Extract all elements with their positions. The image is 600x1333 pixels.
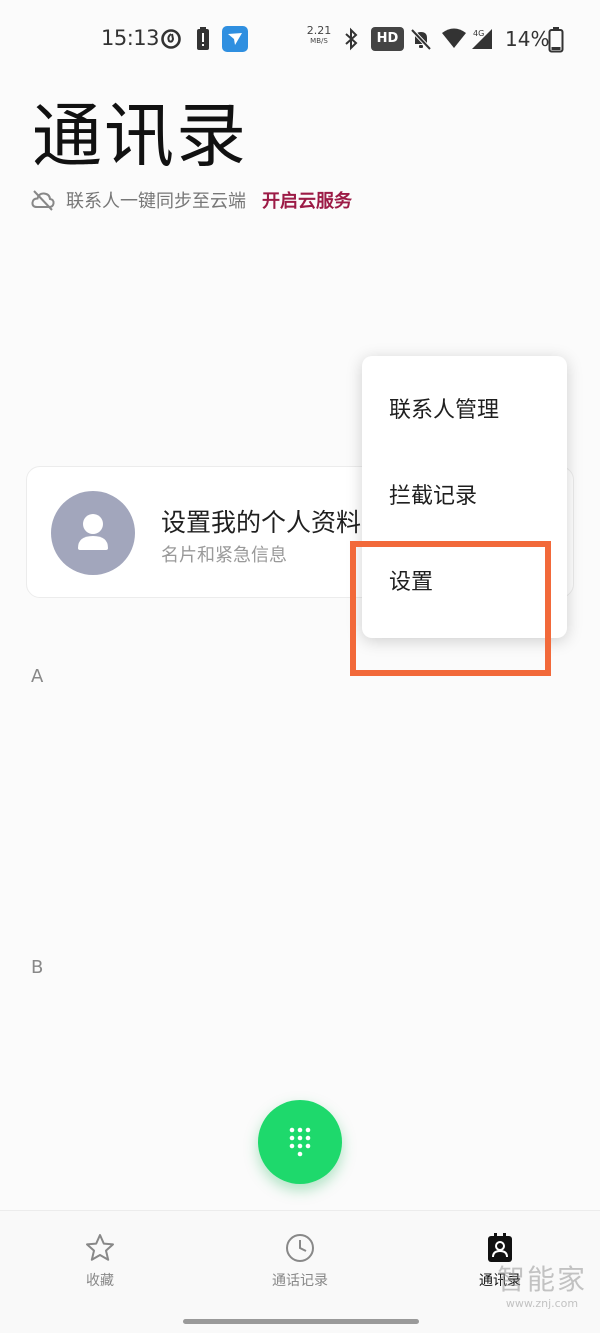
star-icon bbox=[86, 1234, 114, 1261]
bluetooth-icon bbox=[345, 27, 358, 51]
menu-item-contact-management[interactable]: 联系人管理 bbox=[362, 368, 567, 454]
dialpad-icon bbox=[289, 1127, 311, 1157]
cell-signal-icon: 4G bbox=[472, 29, 492, 49]
signal-label: 4G bbox=[473, 29, 484, 38]
menu-item-settings[interactable]: 设置 bbox=[362, 540, 567, 626]
sync-description: 联系人一键同步至云端 bbox=[66, 191, 246, 212]
profile-title: 设置我的个人资料 bbox=[161, 508, 362, 537]
home-indicator[interactable] bbox=[183, 1319, 419, 1324]
person-icon bbox=[78, 514, 108, 550]
status-time: 15:13 bbox=[101, 26, 160, 50]
mute-icon bbox=[410, 28, 432, 51]
page-title: 通讯录 bbox=[32, 95, 248, 177]
netease-music-icon bbox=[161, 29, 181, 49]
section-header-a: A bbox=[31, 666, 44, 687]
cloud-sync-row: 联系人一键同步至云端 开启云服务 bbox=[30, 186, 352, 214]
status-bar: 15:13 2.21 MB/S HD 4G 14% bbox=[0, 0, 600, 80]
tab-favorites[interactable]: 收藏 bbox=[0, 1211, 200, 1301]
battery-alert-icon bbox=[197, 27, 209, 50]
clock-icon bbox=[286, 1234, 314, 1262]
avatar bbox=[51, 491, 135, 575]
tab-call-log-label: 通话记录 bbox=[272, 1273, 328, 1289]
enable-cloud-service-link[interactable]: 开启云服务 bbox=[262, 187, 352, 213]
tab-call-log[interactable]: 通话记录 bbox=[200, 1211, 400, 1301]
battery-percent: 14% bbox=[505, 27, 550, 51]
profile-subtitle: 名片和紧急信息 bbox=[161, 545, 287, 566]
battery-icon bbox=[548, 27, 564, 53]
dialpad-button[interactable] bbox=[258, 1100, 342, 1184]
hd-badge: HD bbox=[371, 27, 404, 51]
net-speed: 2.21 MB/S bbox=[306, 24, 332, 45]
menu-item-block-records[interactable]: 拦截记录 bbox=[362, 454, 567, 540]
tab-favorites-label: 收藏 bbox=[86, 1273, 114, 1289]
contacts-icon bbox=[488, 1233, 512, 1262]
app-bird-icon bbox=[222, 26, 248, 52]
section-header-b: B bbox=[31, 957, 44, 978]
overflow-menu: 联系人管理 拦截记录 设置 bbox=[362, 356, 567, 638]
wifi-icon bbox=[442, 28, 466, 48]
cloud-off-icon bbox=[31, 190, 55, 211]
watermark-logo: 智能家 www.znj.com bbox=[496, 1263, 587, 1310]
